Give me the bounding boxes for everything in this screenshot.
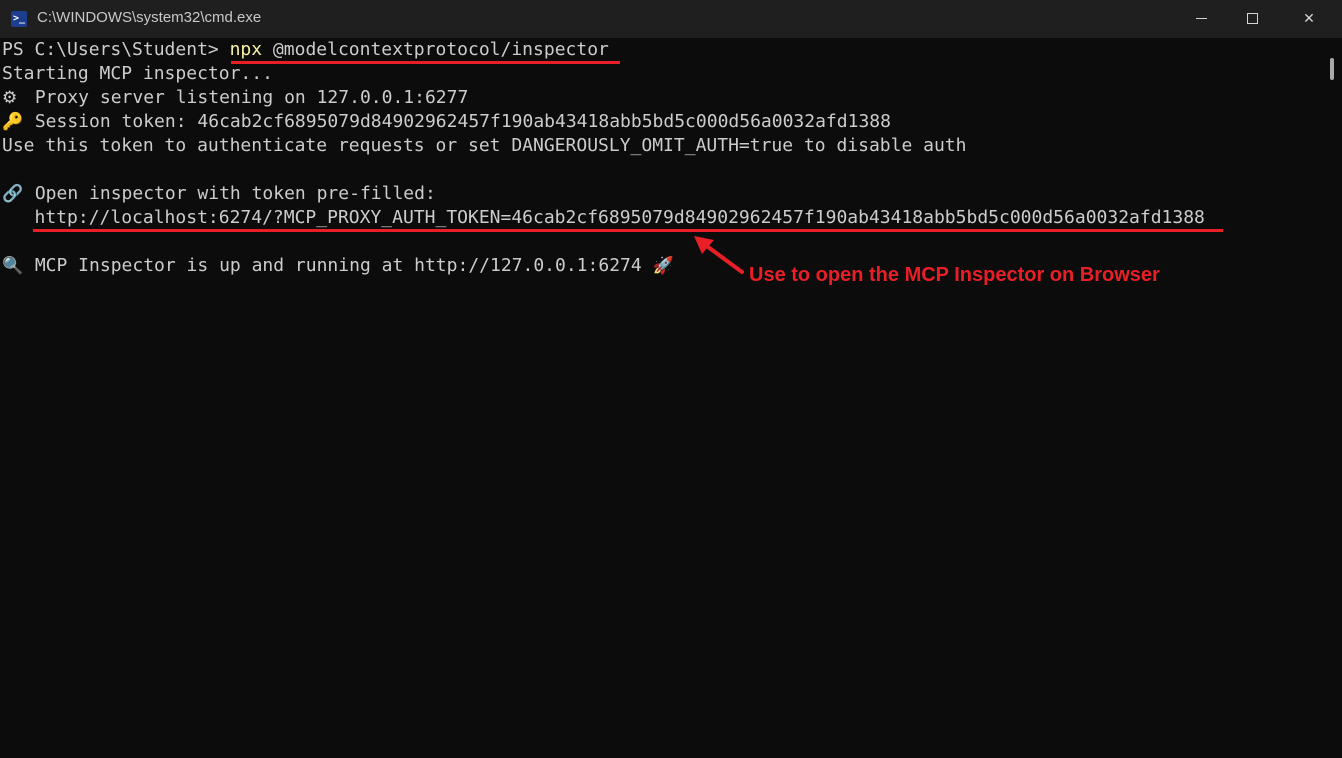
window-title: C:\WINDOWS\system32\cmd.exe xyxy=(37,9,262,26)
proxy-text: Proxy server listening on 127.0.0.1:6277 xyxy=(24,87,469,108)
gear-icon: ⚙ xyxy=(2,88,18,108)
prompt: PS C:\Users\Student> xyxy=(2,39,230,60)
command-npx: npx xyxy=(229,39,263,60)
prompt-line: PS C:\Users\Student> npx @modelcontextpr… xyxy=(2,38,1322,62)
powershell-icon: >_ xyxy=(11,11,27,27)
url-underline xyxy=(33,229,1223,232)
title-bar[interactable]: >_ C:\WINDOWS\system32\cmd.exe ✕ xyxy=(0,0,1342,38)
console-output[interactable]: PS C:\Users\Student> npx @modelcontextpr… xyxy=(2,38,1322,278)
minimize-button[interactable] xyxy=(1178,0,1224,38)
key-icon: 🔑 xyxy=(2,112,24,132)
annotation-arrow-icon xyxy=(694,236,744,274)
annotation-label: Use to open the MCP Inspector on Browser xyxy=(749,264,1160,286)
maximize-icon xyxy=(1247,13,1258,24)
token-text: Session token: 46cab2cf6895079d849029624… xyxy=(24,111,891,132)
output-line-token: 🔑 Session token: 46cab2cf6895079d8490296… xyxy=(2,110,1322,134)
rocket-icon: 🚀 xyxy=(652,256,674,276)
minimize-icon xyxy=(1196,18,1207,19)
command-args: @modelcontextprotocol/inspector xyxy=(262,39,609,60)
vertical-scrollbar[interactable] xyxy=(1330,58,1334,80)
output-line-use-token: Use this token to authenticate requests … xyxy=(2,135,967,156)
output-line-open: 🔗 Open inspector with token pre-filled: xyxy=(2,182,1322,206)
maximize-button[interactable] xyxy=(1229,0,1275,38)
output-line-starting: Starting MCP inspector... xyxy=(2,63,273,84)
command-underline xyxy=(231,61,620,64)
search-icon: 🔍 xyxy=(2,256,24,276)
running-text: MCP Inspector is up and running at http:… xyxy=(24,255,653,276)
close-icon: ✕ xyxy=(1303,11,1315,27)
open-text: Open inspector with token pre-filled: xyxy=(24,183,436,204)
output-line-proxy: ⚙ Proxy server listening on 127.0.0.1:62… xyxy=(2,86,1322,110)
inspector-url-link[interactable]: http://localhost:6274/?MCP_PROXY_AUTH_TO… xyxy=(2,206,1322,230)
close-button[interactable]: ✕ xyxy=(1286,0,1332,38)
link-icon: 🔗 xyxy=(2,184,24,204)
terminal-window: >_ C:\WINDOWS\system32\cmd.exe ✕ PS C:\U… xyxy=(0,0,1342,758)
